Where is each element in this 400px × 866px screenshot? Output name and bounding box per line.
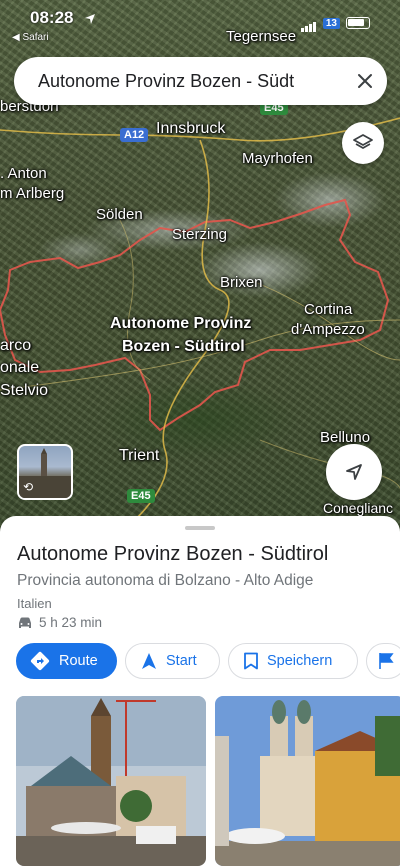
my-location-button[interactable]	[326, 444, 382, 500]
close-icon[interactable]	[343, 59, 387, 103]
action-chips: Route Start Speichern	[16, 643, 400, 679]
battery-badge: 13	[322, 17, 340, 29]
search-query[interactable]: Autonome Provinz Bozen - Südt	[14, 71, 343, 92]
place-title: Autonome Provinz Bozen - Südtirol	[17, 543, 329, 565]
label-innsbruck: Innsbruck	[156, 120, 226, 137]
label-province-2: Bozen - Südtirol	[122, 338, 245, 355]
place-country: Italien	[17, 596, 52, 611]
label-cortina-1: Cortina	[304, 301, 353, 318]
label-cortina-2: d'Ampezzo	[291, 321, 365, 338]
navigation-arrow-icon	[346, 464, 362, 480]
route-button[interactable]: Route	[16, 643, 117, 679]
photo-brixen-cathedral[interactable]	[215, 696, 400, 866]
label-nazionale: onale	[0, 359, 40, 376]
label-brixen: Brixen	[220, 274, 263, 291]
label-belluno: Belluno	[320, 429, 371, 446]
layers-icon	[353, 134, 373, 149]
status-bar: 08:28 ◀ Safari 13	[0, 6, 400, 43]
start-label: Start	[166, 653, 197, 669]
location-arrow-icon	[85, 14, 95, 24]
street-view-thumbnail[interactable]: ⟲	[17, 444, 73, 500]
route-label: Route	[59, 653, 98, 669]
directions-icon	[30, 651, 50, 671]
label-soelden: Sölden	[96, 206, 143, 223]
start-arrow-icon	[142, 653, 156, 669]
place-sheet[interactable]: Autonome Provinz Bozen - Südtirol Provin…	[0, 516, 400, 866]
label-sterzing: Sterzing	[172, 226, 228, 243]
status-time: 08:28	[30, 8, 74, 27]
label-province-1: Autonome Provinz	[110, 315, 252, 332]
place-subtitle: Provincia autonoma di Bolzano - Alto Adi…	[17, 572, 314, 589]
bookmark-icon	[244, 652, 258, 670]
label-trient: Trient	[119, 447, 160, 464]
rotate-icon: ⟲	[23, 480, 34, 494]
status-icons: 13	[300, 14, 370, 32]
photo-bozen-cathedral[interactable]	[16, 696, 206, 866]
search-bar[interactable]: Autonome Provinz Bozen - Südt	[14, 57, 387, 105]
more-actions-button[interactable]	[366, 643, 400, 679]
sheet-drag-handle[interactable]	[185, 526, 215, 530]
label-st-anton-2: m Arlberg	[0, 185, 65, 202]
signal-icon	[300, 14, 317, 32]
road-shield-e45-bottom: E45	[127, 489, 155, 503]
label-conegliano: Coneglianc	[323, 500, 394, 516]
label-st-anton-1: . Anton	[0, 165, 47, 182]
flag-icon	[379, 653, 394, 669]
drive-time-value: 5 h 23 min	[39, 615, 103, 630]
save-label: Speichern	[267, 653, 333, 669]
label-mayrhofen: Mayrhofen	[242, 150, 313, 167]
photo-strip	[16, 696, 400, 866]
save-button[interactable]: Speichern	[228, 643, 358, 679]
drive-time: 5 h 23 min	[17, 615, 102, 630]
label-stelvio: Stelvio	[0, 382, 49, 399]
road-shield-a12: A12	[120, 128, 149, 142]
start-button[interactable]: Start	[125, 643, 220, 679]
back-to-safari-link[interactable]: ◀ Safari	[12, 32, 49, 43]
battery-icon	[346, 17, 370, 29]
layers-button[interactable]	[342, 122, 384, 164]
label-parco: arco	[0, 337, 32, 354]
car-icon	[19, 617, 31, 628]
